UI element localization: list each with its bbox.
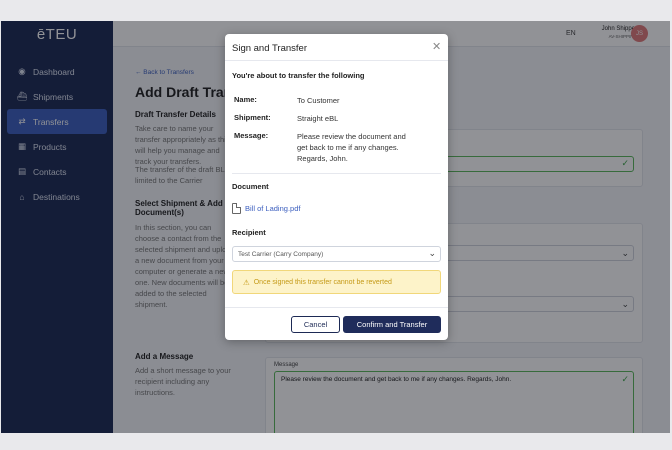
document-link-label: Bill of Lading.pdf: [245, 204, 301, 213]
chevron-down-icon: ⌄: [428, 248, 436, 258]
document-link[interactable]: Bill of Lading.pdf: [232, 203, 300, 214]
name-label: Name:: [234, 95, 257, 104]
modal-divider: [225, 60, 448, 61]
confirm-transfer-button[interactable]: Confirm and Transfer: [343, 316, 441, 333]
shipment-value: Straight eBL: [297, 114, 339, 123]
modal-divider: [232, 173, 441, 174]
modal-subtitle: You're about to transfer the following: [232, 71, 365, 80]
recipient-select-value: Test Carrier (Carry Company): [238, 251, 324, 258]
shipment-label: Shipment:: [234, 113, 271, 122]
message-label: Message:: [234, 131, 269, 140]
cancel-button[interactable]: Cancel: [291, 316, 340, 333]
recipient-select[interactable]: Test Carrier (Carry Company) ⌄: [232, 246, 441, 262]
document-heading: Document: [232, 182, 269, 191]
document-icon: [232, 203, 241, 214]
warning-text: Once signed this transfer cannot be reve…: [253, 278, 392, 286]
name-value: To Customer: [297, 96, 340, 105]
modal-title: Sign and Transfer: [232, 43, 307, 54]
recipient-heading: Recipient: [232, 228, 266, 237]
warning-banner: ⚠ Once signed this transfer cannot be re…: [232, 270, 441, 294]
message-value: Please review the document and get back …: [297, 132, 406, 163]
warning-icon: ⚠: [243, 277, 250, 287]
close-icon[interactable]: ✕: [432, 40, 441, 53]
sign-transfer-modal: Sign and Transfer ✕ You're about to tran…: [225, 34, 448, 340]
modal-divider: [225, 307, 448, 308]
